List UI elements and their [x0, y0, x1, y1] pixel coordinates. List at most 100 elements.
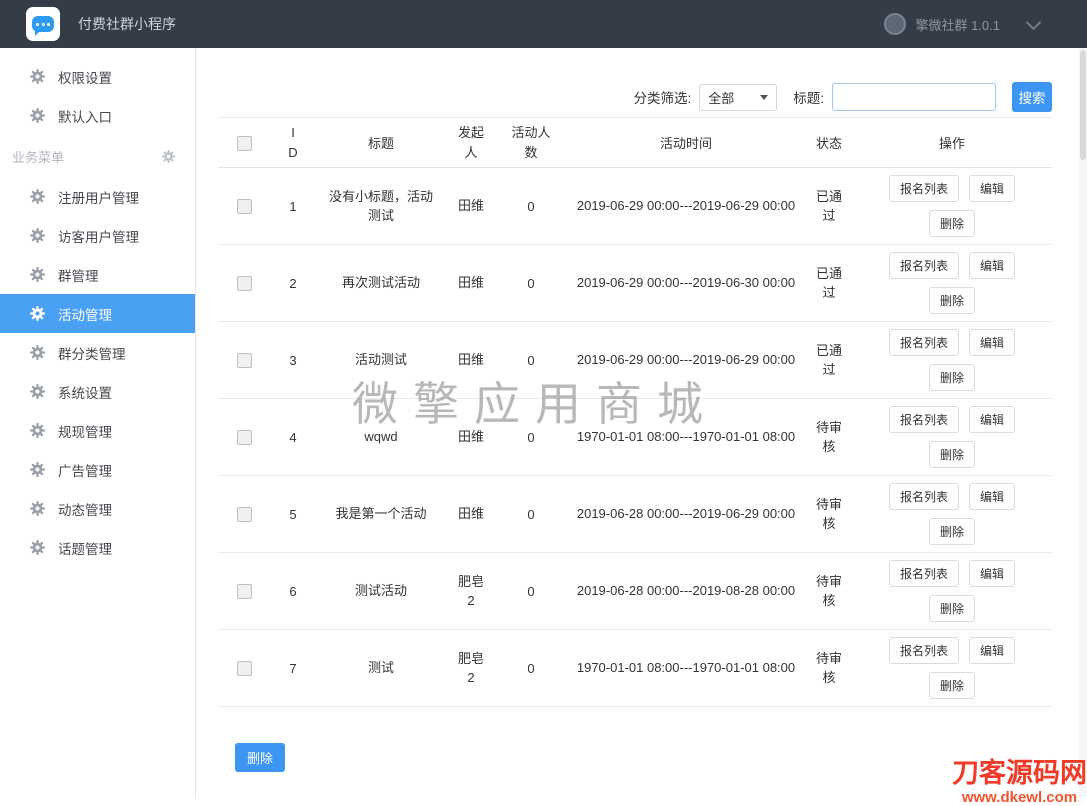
- row-delete-button[interactable]: 删除: [928, 210, 975, 237]
- sidebar-item-label: 话题管理: [58, 541, 112, 557]
- row-count: 0: [527, 660, 535, 676]
- sidebar-item[interactable]: 默认入口: [0, 96, 195, 135]
- row-checkbox[interactable]: [236, 276, 252, 292]
- row-id: 6: [289, 583, 297, 599]
- scrollbar-thumb[interactable]: [1080, 50, 1086, 160]
- row-count: 0: [527, 429, 535, 445]
- bulk-delete-button[interactable]: 删除: [235, 743, 286, 772]
- row-initiator: 肥皂2: [457, 573, 484, 609]
- category-select-value: 全部: [708, 90, 735, 106]
- row-title: 我是第一个活动: [335, 506, 427, 522]
- row-time: 2019-06-29 00:00---2019-06-29 00:00: [576, 351, 796, 367]
- gear-icon: [30, 423, 45, 438]
- gear-icon: [30, 345, 45, 360]
- row-title: 测试: [367, 660, 394, 676]
- row-checkbox[interactable]: [236, 430, 252, 446]
- signup-list-button[interactable]: 报名列表: [888, 637, 959, 664]
- row-delete-button[interactable]: 删除: [928, 672, 975, 699]
- signup-list-button[interactable]: 报名列表: [888, 175, 959, 202]
- edit-button[interactable]: 编辑: [969, 329, 1016, 356]
- column-header: 状态: [815, 136, 842, 151]
- column-header: 活动人数: [511, 125, 551, 160]
- row-status: 待审核: [815, 650, 842, 686]
- table-row: 6 测试活动 肥皂2 0 2019-06-28 00:00---2019-08-28 0…: [218, 553, 1052, 630]
- table-body: 1 没有小标题，活动测试 田维 0 2019-06-29 00:00---2019-06…: [218, 168, 1052, 707]
- column-header: 活动时间: [659, 136, 712, 151]
- table-row: 3 活动测试 田维 0 2019-06-29 00:00---2019-06-29 00…: [218, 322, 1052, 399]
- edit-button[interactable]: 编辑: [969, 637, 1016, 664]
- signup-list-button[interactable]: 报名列表: [888, 329, 959, 356]
- table-row: 1 没有小标题，活动测试 田维 0 2019-06-29 00:00---2019-06…: [218, 168, 1052, 245]
- edit-button[interactable]: 编辑: [969, 406, 1016, 433]
- table-header-row: ID 标题 发起人 活动人数 活动时间 状态 操作: [218, 117, 1052, 168]
- row-status: 待审核: [815, 419, 842, 455]
- sidebar-item[interactable]: 系统设置: [0, 372, 195, 411]
- signup-list-button[interactable]: 报名列表: [888, 252, 959, 279]
- row-title: 再次测试活动: [341, 275, 420, 291]
- row-count: 0: [527, 275, 535, 291]
- gear-icon: [30, 384, 45, 399]
- title-input[interactable]: [832, 83, 996, 111]
- sidebar-item-active[interactable]: 活动管理: [0, 294, 195, 333]
- signup-list-button[interactable]: 报名列表: [888, 406, 959, 433]
- gear-icon: [30, 228, 45, 243]
- row-initiator: 田维: [457, 429, 484, 445]
- column-header: 发起人: [457, 125, 484, 160]
- signup-list-button[interactable]: 报名列表: [888, 483, 959, 510]
- sidebar-section-business-menu: 业务菜单: [0, 135, 195, 177]
- sidebar-item[interactable]: 权限设置: [0, 57, 195, 96]
- edit-button[interactable]: 编辑: [969, 560, 1016, 587]
- brand-version-label: 擎微社群 1.0.1: [915, 17, 1000, 33]
- row-checkbox[interactable]: [236, 507, 252, 523]
- account-menu[interactable]: 擎微社群 1.0.1: [884, 13, 1042, 35]
- row-delete-button[interactable]: 删除: [928, 364, 975, 391]
- chevron-down-icon[interactable]: [1025, 14, 1042, 30]
- row-status: 待审核: [815, 496, 842, 532]
- category-select[interactable]: 全部: [699, 83, 778, 111]
- gear-icon: [30, 540, 45, 555]
- gear-icon: [30, 501, 45, 516]
- row-status: 已通过: [815, 188, 842, 224]
- sidebar-item[interactable]: 动态管理: [0, 489, 195, 528]
- vertical-scrollbar[interactable]: [1079, 48, 1087, 797]
- edit-button[interactable]: 编辑: [969, 175, 1016, 202]
- sidebar-section-label: 业务菜单: [12, 149, 65, 165]
- table-row: 7 测试 肥皂2 0 1970-01-01 08:00---1970-01-01 08:…: [218, 630, 1052, 707]
- row-initiator: 田维: [457, 198, 484, 214]
- row-checkbox[interactable]: [236, 199, 252, 215]
- edit-button[interactable]: 编辑: [969, 483, 1016, 510]
- row-time: 2019-06-28 00:00---2019-08-28 00:00: [576, 582, 796, 598]
- sidebar-item-label: 活动管理: [58, 307, 112, 323]
- gear-icon: [30, 306, 45, 321]
- table-row: 2 再次测试活动 田维 0 2019-06-29 00:00---2019-06-30 …: [218, 245, 1052, 322]
- edit-button[interactable]: 编辑: [969, 252, 1016, 279]
- sidebar-item[interactable]: 群分类管理: [0, 333, 195, 372]
- sidebar-top-items: 权限设置默认入口: [0, 57, 195, 135]
- row-delete-button[interactable]: 删除: [928, 441, 975, 468]
- gear-icon[interactable]: [162, 150, 175, 163]
- sidebar-item[interactable]: 访客用户管理: [0, 216, 195, 255]
- search-button[interactable]: 搜索: [1012, 82, 1052, 112]
- row-id: 7: [289, 660, 297, 676]
- row-title: 测试活动: [354, 583, 407, 599]
- row-delete-button[interactable]: 删除: [928, 518, 975, 545]
- row-initiator: 田维: [457, 352, 484, 368]
- row-checkbox[interactable]: [236, 353, 252, 369]
- sidebar-item-label: 权限设置: [58, 70, 112, 86]
- sidebar: 权限设置默认入口 业务菜单 注册用户管理 访客用户管理 群管理活动管理群分类管理 系统…: [0, 48, 196, 797]
- row-checkbox[interactable]: [236, 584, 252, 600]
- sidebar-menu: 注册用户管理 访客用户管理 群管理活动管理群分类管理 系统设置 规现管理 广告管理动态管理…: [0, 177, 195, 567]
- sidebar-item[interactable]: 注册用户管理: [0, 177, 195, 216]
- sidebar-item[interactable]: 话题管理: [0, 528, 195, 567]
- sidebar-item[interactable]: 规现管理: [0, 411, 195, 450]
- sidebar-item[interactable]: 广告管理: [0, 450, 195, 489]
- row-count: 0: [527, 506, 535, 522]
- row-initiator: 田维: [457, 506, 484, 522]
- signup-list-button[interactable]: 报名列表: [888, 560, 959, 587]
- select-all-checkbox[interactable]: [236, 135, 252, 151]
- sidebar-item[interactable]: 群管理: [0, 255, 195, 294]
- row-delete-button[interactable]: 删除: [928, 287, 975, 314]
- row-checkbox[interactable]: [236, 661, 252, 677]
- row-delete-button[interactable]: 删除: [928, 595, 975, 622]
- sidebar-item-label: 动态管理: [58, 502, 112, 518]
